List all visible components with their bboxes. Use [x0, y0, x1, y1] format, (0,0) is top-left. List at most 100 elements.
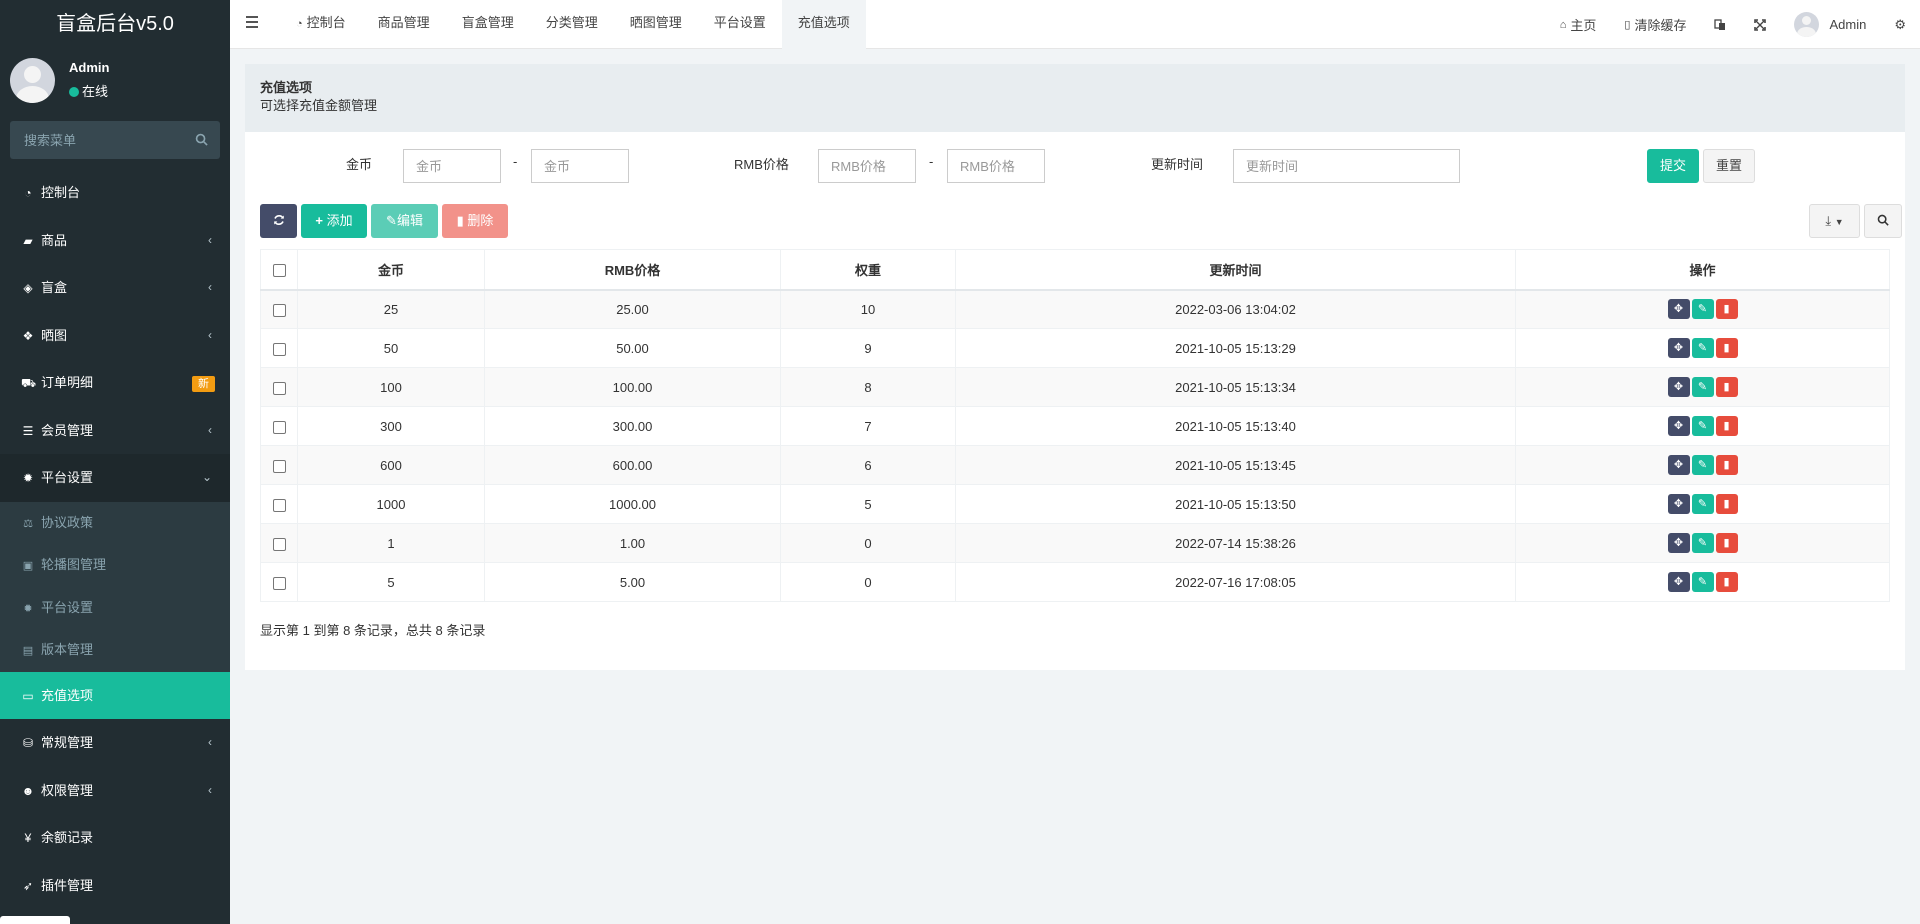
cell-actions: ✥ ✎ ▮: [1515, 328, 1890, 368]
rmb-min-input[interactable]: [818, 149, 916, 183]
search-toggle-button[interactable]: [1864, 204, 1902, 238]
row-delete-button[interactable]: ▮: [1715, 299, 1738, 320]
tab-blindbox[interactable]: 盲盒管理: [446, 0, 530, 49]
tab-photos[interactable]: 晒图管理: [614, 0, 698, 49]
row-checkbox[interactable]: [272, 303, 286, 317]
sidebar-subitem-platform-settings[interactable]: ✹ 平台设置: [0, 587, 230, 630]
row-checkbox[interactable]: [272, 381, 286, 395]
sidebar-subitem-version[interactable]: ▤ 版本管理: [0, 629, 230, 672]
drag-button[interactable]: ✥: [1667, 377, 1690, 397]
tab-category[interactable]: 分类管理: [530, 0, 614, 49]
menu-search-input[interactable]: [10, 121, 220, 159]
row-delete-button[interactable]: ▮: [1715, 533, 1738, 553]
reset-button[interactable]: 重置: [1703, 149, 1755, 183]
sidebar-item-goods[interactable]: ▰ 商品 ‹: [0, 217, 230, 265]
row-edit-button[interactable]: ✎: [1691, 416, 1714, 436]
sidebar-item-permissions[interactable]: ☻ 权限管理 ‹: [0, 767, 230, 815]
arrows-icon: ✥: [1673, 576, 1684, 588]
submit-button[interactable]: 提交: [1647, 149, 1699, 183]
row-edit-button[interactable]: ✎: [1691, 494, 1714, 514]
row-checkbox[interactable]: [272, 420, 286, 434]
row-edit-button[interactable]: ✎: [1691, 377, 1714, 397]
table-row[interactable]: 25 25.00 10 2022-03-06 13:04:02 ✥ ✎ ▮: [260, 289, 1890, 329]
table-row[interactable]: 100 100.00 8 2021-10-05 15:13:34 ✥ ✎ ▮: [260, 367, 1890, 407]
admin-menu[interactable]: Admin: [1780, 12, 1880, 37]
search-icon[interactable]: [195, 133, 208, 146]
sidebar-item-balance[interactable]: ¥ 余额记录: [0, 814, 230, 862]
export-dropdown-button[interactable]: ⤓ ▼: [1809, 204, 1860, 238]
add-button[interactable]: + 添加: [301, 204, 367, 238]
table-row[interactable]: 600 600.00 6 2021-10-05 15:13:45 ✥ ✎ ▮: [260, 445, 1890, 485]
sidebar-item-platform[interactable]: ✹ 平台设置 ⌄: [0, 454, 230, 502]
coin-max-input[interactable]: [531, 149, 629, 183]
delete-button[interactable]: ▮ 删除: [442, 204, 508, 238]
drag-button[interactable]: ✥: [1667, 338, 1690, 358]
sidebar-item-dashboard[interactable]: ◔ 控制台: [0, 169, 230, 217]
col-coin[interactable]: 金币: [297, 249, 485, 291]
row-edit-button[interactable]: ✎: [1691, 338, 1714, 358]
select-all-checkbox[interactable]: [272, 263, 286, 277]
time-range-input[interactable]: [1233, 149, 1460, 183]
col-updated[interactable]: 更新时间: [955, 249, 1516, 291]
row-delete-button[interactable]: ▮: [1715, 377, 1738, 397]
row-checkbox[interactable]: [272, 459, 286, 473]
rmb-max-input[interactable]: [947, 149, 1045, 183]
table-row[interactable]: 50 50.00 9 2021-10-05 15:13:29 ✥ ✎ ▮: [260, 328, 1890, 368]
hamburger-icon[interactable]: [246, 16, 258, 31]
fullscreen-button[interactable]: [1740, 18, 1780, 31]
sidebar-item-plugins[interactable]: ➶ 插件管理: [0, 862, 230, 910]
row-edit-button[interactable]: ✎: [1691, 533, 1714, 553]
row-checkbox[interactable]: [272, 537, 286, 551]
row-delete-button[interactable]: ▮: [1715, 338, 1738, 358]
row-checkbox[interactable]: [272, 342, 286, 356]
language-button[interactable]: [1700, 18, 1740, 31]
menu-search: [10, 121, 220, 159]
row-delete-button[interactable]: ▮: [1715, 572, 1738, 592]
cell-coin: 1: [297, 523, 485, 563]
drag-button[interactable]: ✥: [1667, 455, 1690, 475]
sidebar-item-recharge[interactable]: ▭ 充值选项: [0, 671, 230, 719]
rmb-filter-label: RMB价格: [734, 157, 789, 172]
home-link[interactable]: ⌂ 主页: [1546, 15, 1611, 34]
drag-button[interactable]: ✥: [1667, 572, 1690, 592]
row-delete-button[interactable]: ▮: [1715, 455, 1738, 475]
table-row[interactable]: 1000 1000.00 5 2021-10-05 15:13:50 ✥ ✎ ▮: [260, 484, 1890, 524]
cell-weight: 6: [780, 445, 956, 485]
refresh-button[interactable]: [260, 204, 297, 238]
tab-recharge[interactable]: 充值选项: [781, 0, 866, 49]
row-checkbox[interactable]: [272, 498, 286, 512]
sidebar-subitem-agreement[interactable]: ⚖ 协议政策: [0, 502, 230, 545]
tab-goods[interactable]: 商品管理: [362, 0, 446, 49]
tab-platform[interactable]: 平台设置: [698, 0, 782, 49]
row-edit-button[interactable]: ✎: [1691, 455, 1714, 475]
row-edit-button[interactable]: ✎: [1691, 572, 1714, 592]
edit-button[interactable]: ✎编辑: [371, 204, 438, 238]
sidebar-subitem-banner[interactable]: ▣ 轮播图管理: [0, 544, 230, 587]
row-delete-button[interactable]: ▮: [1715, 494, 1738, 514]
sidebar-item-members[interactable]: ☰ 会员管理 ‹: [0, 407, 230, 455]
table-row[interactable]: 1 1.00 0 2022-07-14 15:38:26 ✥ ✎ ▮: [260, 523, 1890, 563]
drag-button[interactable]: ✥: [1667, 533, 1690, 553]
row-checkbox[interactable]: [272, 576, 286, 590]
gears-icon: ⚙: [1894, 16, 1906, 32]
drag-button[interactable]: ✥: [1667, 494, 1690, 514]
table-row[interactable]: 5 5.00 0 2022-07-16 17:08:05 ✥ ✎ ▮: [260, 562, 1890, 602]
edit-label: 编辑: [396, 213, 423, 228]
row-edit-button[interactable]: ✎: [1691, 299, 1714, 320]
sidebar-item-blindbox[interactable]: ◈ 盲盒 ‹: [0, 264, 230, 312]
col-rmb[interactable]: RMB价格: [484, 249, 781, 291]
sidebar-item-general[interactable]: ⛁ 常规管理 ‹: [0, 719, 230, 767]
table-row[interactable]: 300 300.00 7 2021-10-05 15:13:40 ✥ ✎ ▮: [260, 406, 1890, 446]
app-logo[interactable]: 盲盒后台v5.0: [0, 0, 230, 48]
col-weight[interactable]: 权重: [780, 249, 956, 291]
drag-button[interactable]: ✥: [1667, 416, 1690, 436]
coin-min-input[interactable]: [403, 149, 501, 183]
sidebar-item-photos[interactable]: ❖ 晒图 ‹: [0, 312, 230, 360]
cell-actions: ✥ ✎ ▮: [1515, 367, 1890, 407]
clear-cache-button[interactable]: ▯ 清除缓存: [1610, 15, 1700, 34]
tab-dashboard[interactable]: ◔ 控制台: [280, 0, 362, 49]
sidebar-item-orders[interactable]: ⛟ 订单明细 新: [0, 359, 230, 407]
drag-button[interactable]: ✥: [1667, 299, 1690, 320]
row-delete-button[interactable]: ▮: [1715, 416, 1738, 436]
settings-button[interactable]: ⚙: [1880, 17, 1920, 33]
